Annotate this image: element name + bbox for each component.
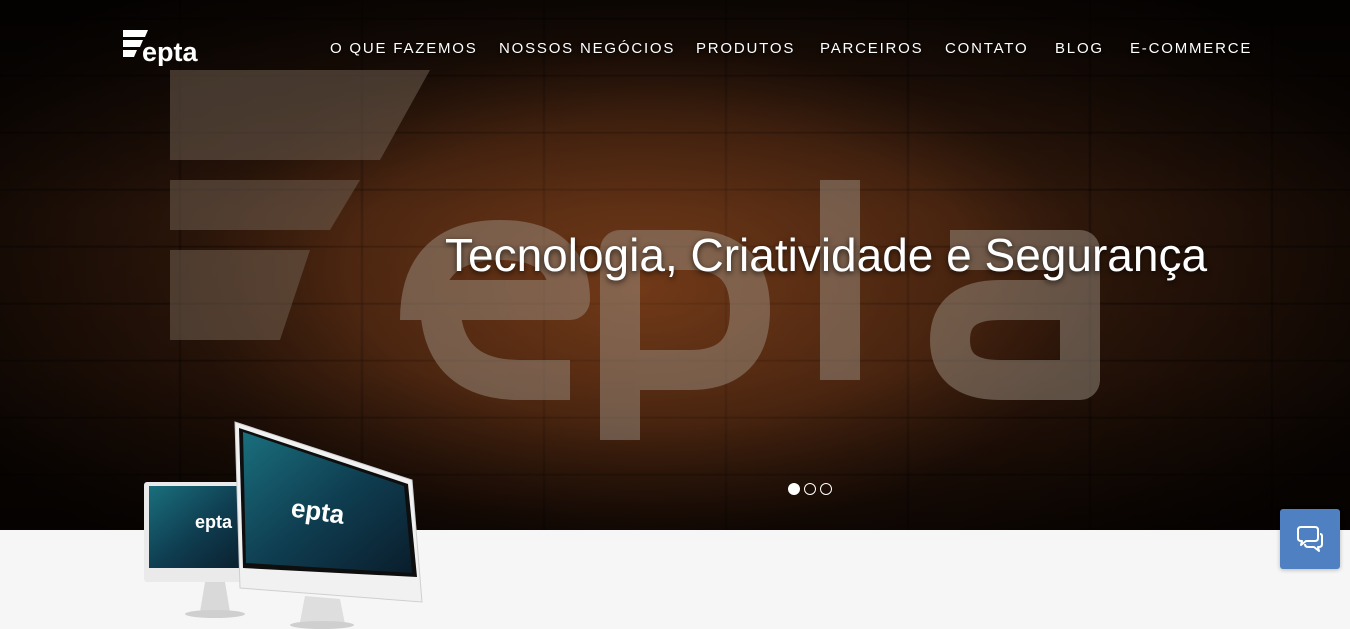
site-header: epta O QUE FAZEMOS NOSSOS NEGÓCIOS PRODU… — [0, 0, 1350, 100]
hero-headline: Tecnologia, Criatividade e Segurança — [445, 229, 1208, 281]
slide-dot-3[interactable] — [820, 483, 832, 495]
chat-button[interactable] — [1280, 509, 1340, 569]
nav-item-produtos[interactable]: PRODUTOS — [696, 40, 795, 57]
nav-item-blog[interactable]: BLOG — [1055, 40, 1104, 57]
back-screen-logo: epta — [195, 512, 233, 532]
main-navigation: O QUE FAZEMOS NOSSOS NEGÓCIOS PRODUTOS P… — [0, 40, 1350, 60]
devices-illustration: epta epta — [144, 421, 423, 629]
nav-item-e-commerce[interactable]: E-COMMERCE — [1130, 40, 1252, 57]
nav-item-contato[interactable]: CONTATO — [945, 40, 1028, 57]
slide-dot-2[interactable] — [804, 483, 816, 495]
nav-item-parceiros[interactable]: PARCEIROS — [820, 40, 923, 57]
slider-pagination — [788, 483, 838, 495]
chat-bubbles-icon — [1297, 526, 1323, 552]
nav-item-nossos-negocios[interactable]: NOSSOS NEGÓCIOS — [499, 40, 675, 57]
slide-dot-1[interactable] — [788, 483, 800, 495]
nav-item-o-que-fazemos[interactable]: O QUE FAZEMOS — [330, 40, 478, 57]
